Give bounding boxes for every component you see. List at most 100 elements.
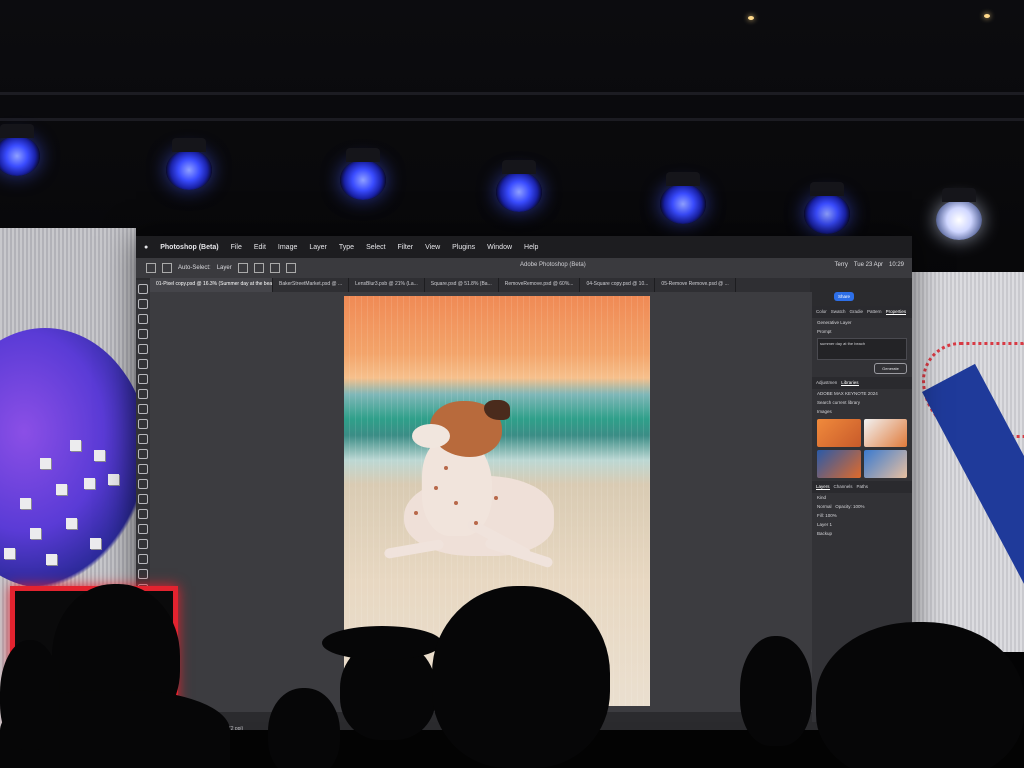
menu-plugins[interactable]: Plugins — [452, 244, 475, 251]
brush-tool-icon[interactable] — [138, 404, 148, 414]
tab-properties[interactable]: Properties — [885, 309, 907, 315]
menu-type[interactable]: Type — [339, 244, 354, 251]
tab-color[interactable]: Color — [816, 309, 827, 315]
ceiling-truss — [0, 92, 1024, 95]
align-icon[interactable] — [253, 263, 264, 273]
move-tool-icon[interactable] — [162, 263, 172, 273]
layer-row[interactable]: Layer 1 — [812, 520, 912, 529]
crop-tool-icon[interactable] — [138, 344, 148, 354]
marquee-tool-icon[interactable] — [138, 299, 148, 309]
shape-tool-icon[interactable] — [138, 554, 148, 564]
opacity-control[interactable]: Opacity: 100% — [835, 504, 864, 509]
pen-tool-icon[interactable] — [138, 509, 148, 519]
options-bar: Auto-Select: Layer — [136, 258, 912, 278]
doc-tab[interactable]: RemoveRemove.psd @ 60%... — [499, 278, 581, 292]
doc-tab[interactable]: 04-Square copy.psd @ 10... — [580, 278, 656, 292]
cube-graphic — [30, 528, 41, 539]
tab-libraries[interactable]: Libraries — [841, 380, 859, 386]
audience-silhouette — [322, 626, 442, 660]
share-button[interactable]: Share — [834, 292, 854, 301]
tab-channels[interactable]: Channels — [834, 484, 853, 490]
library-thumbnail[interactable] — [863, 419, 907, 447]
history-brush-icon[interactable] — [138, 434, 148, 444]
library-tabs: Adjustmen Libraries — [812, 377, 912, 389]
stamp-tool-icon[interactable] — [138, 419, 148, 429]
blur-tool-icon[interactable] — [138, 479, 148, 489]
dog-spot — [414, 511, 418, 515]
tab-gradients[interactable]: Gradie — [850, 309, 864, 315]
tab-swatches[interactable]: Swatch — [831, 309, 846, 315]
ceiling-light — [984, 14, 990, 18]
library-thumbnails — [812, 416, 912, 481]
audience-silhouette — [432, 586, 610, 768]
library-thumbnail[interactable] — [817, 419, 861, 447]
stage-light-icon — [166, 138, 212, 190]
home-icon[interactable] — [146, 263, 156, 273]
cube-graphic — [94, 450, 105, 461]
prompt-label: Prompt — [817, 329, 832, 334]
fill-control[interactable]: Fill: 100% — [812, 511, 912, 520]
blend-mode-value: Normal — [817, 504, 832, 509]
library-search[interactable]: Search current library — [812, 398, 912, 407]
lasso-tool-icon[interactable] — [138, 314, 148, 324]
layer-filter-kind[interactable]: Kind — [812, 493, 912, 502]
dog-spot — [494, 496, 498, 500]
doc-tab[interactable]: Square.psd @ 51.8% (Ba... — [425, 278, 499, 292]
distribute-icon[interactable] — [285, 263, 296, 273]
apple-icon[interactable]: ● — [144, 244, 148, 251]
prompt-input[interactable]: summer day at the beach — [817, 338, 907, 360]
menu-edit[interactable]: Edit — [254, 244, 266, 251]
cube-graphic — [84, 478, 95, 489]
generate-button[interactable]: Generate — [874, 363, 907, 374]
doc-tab[interactable]: 05-Remove Remove.psd @ ... — [655, 278, 736, 292]
doc-tab[interactable]: LensBlur3.psb @ 21% (La... — [349, 278, 425, 292]
blend-mode-select[interactable]: Normal Opacity: 100% — [812, 502, 912, 511]
dodge-tool-icon[interactable] — [138, 494, 148, 504]
auto-select-dropdown[interactable]: Layer — [217, 265, 232, 271]
frame-tool-icon[interactable] — [138, 359, 148, 369]
audience-silhouette — [0, 640, 60, 750]
dog-spot — [444, 466, 448, 470]
eyedropper-tool-icon[interactable] — [138, 374, 148, 384]
hand-tool-icon[interactable] — [138, 569, 148, 579]
date-text: Tue 23 Apr — [853, 262, 883, 268]
stage-light-icon — [496, 160, 542, 212]
menu-window[interactable]: Window — [487, 244, 512, 251]
menu-file[interactable]: File — [231, 244, 242, 251]
healing-tool-icon[interactable] — [138, 389, 148, 399]
tab-patterns[interactable]: Pattern — [867, 309, 882, 315]
menu-filter[interactable]: Filter — [398, 244, 414, 251]
cube-graphic — [56, 484, 67, 495]
object-select-tool-icon[interactable] — [138, 329, 148, 339]
menu-select[interactable]: Select — [366, 244, 385, 251]
path-select-icon[interactable] — [138, 539, 148, 549]
mac-menu-bar: ● Photoshop (Beta) File Edit Image Layer… — [136, 236, 912, 258]
library-thumbnail[interactable] — [863, 450, 907, 478]
tab-paths[interactable]: Paths — [857, 484, 869, 490]
doc-tab[interactable]: 01-Pixel copy.psd @ 16.3% (Summer day at… — [150, 278, 273, 292]
type-tool-icon[interactable] — [138, 524, 148, 534]
auto-select-label[interactable]: Auto-Select: — [178, 265, 211, 271]
doc-tab[interactable]: BakerStreetMarket.psd @ ... — [273, 278, 350, 292]
eraser-tool-icon[interactable] — [138, 449, 148, 459]
tab-adjustments[interactable]: Adjustmen — [816, 380, 837, 386]
move-tool-icon[interactable] — [138, 284, 148, 294]
audience-silhouette — [268, 688, 340, 768]
menu-layer[interactable]: Layer — [309, 244, 327, 251]
menu-view[interactable]: View — [425, 244, 440, 251]
properties-tabs: Color Swatch Gradie Pattern Properties — [812, 306, 912, 318]
stage-light-icon — [660, 172, 706, 224]
gradient-tool-icon[interactable] — [138, 464, 148, 474]
cube-graphic — [108, 474, 119, 485]
menu-app-name[interactable]: Photoshop (Beta) — [160, 244, 218, 251]
library-name[interactable]: ADOBE MAX KEYNOTE 2024 — [812, 389, 912, 398]
tab-layers[interactable]: Layers — [816, 484, 830, 490]
cube-graphic — [66, 518, 77, 529]
cube-graphic — [90, 538, 101, 549]
align-icon[interactable] — [269, 263, 280, 273]
align-icon[interactable] — [237, 263, 248, 273]
menu-image[interactable]: Image — [278, 244, 297, 251]
library-thumbnail[interactable] — [817, 450, 861, 478]
layer-row[interactable]: Backup — [812, 529, 912, 538]
menu-help[interactable]: Help — [524, 244, 538, 251]
